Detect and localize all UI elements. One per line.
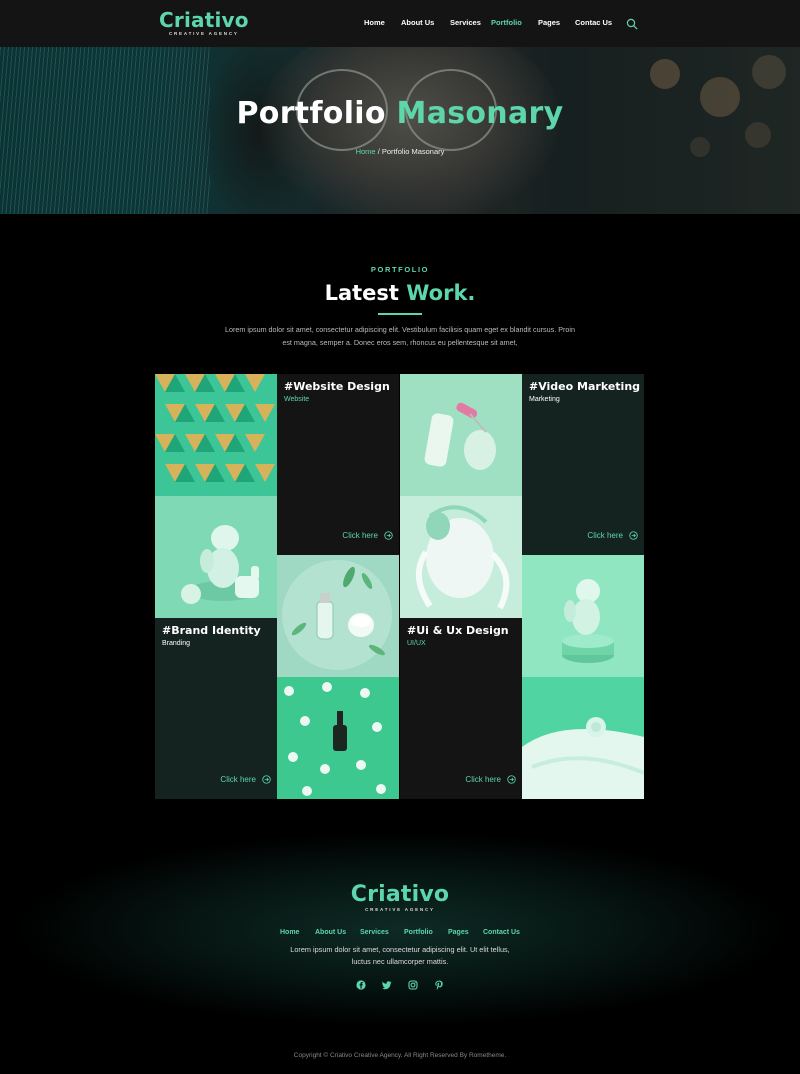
section-description: Lorem ipsum dolor sit amet, consectetur … <box>225 325 575 347</box>
click-here-link[interactable]: Click here <box>220 775 271 784</box>
footer-logo[interactable]: Criativo CREATIVE AGENCY <box>0 882 800 913</box>
breadcrumb-home-link[interactable]: Home <box>356 147 376 156</box>
page-hero: Portfolio Masonary Home / Portfolio Maso… <box>0 47 800 214</box>
portfolio-image-fabric-rose[interactable] <box>522 677 644 799</box>
card-title: #Ui & Ux Design <box>407 624 509 637</box>
section-eyebrow: PORTFOLIO <box>370 265 430 274</box>
footer-link-about[interactable]: About Us <box>315 929 346 936</box>
brand-name: Criativo <box>159 8 249 32</box>
footer-link-pages[interactable]: Pages <box>448 929 469 936</box>
page-title: Portfolio Masonary <box>236 96 564 131</box>
facebook-icon[interactable] <box>356 980 366 990</box>
section-title: Latest Work. <box>324 281 476 305</box>
card-category: Marketing <box>529 396 560 403</box>
nav-item-about[interactable]: About Us <box>401 18 434 27</box>
arrow-circle-icon <box>384 531 393 540</box>
portfolio-card-brand-identity[interactable]: #Brand Identity Branding Click here <box>155 618 277 799</box>
footer-background <box>0 830 800 1050</box>
arrow-circle-icon <box>507 775 516 784</box>
click-here-link[interactable]: Click here <box>587 531 638 540</box>
card-category: Branding <box>162 640 191 647</box>
card-title: #Video Marketing <box>529 380 641 393</box>
arrow-circle-icon <box>262 775 271 784</box>
breadcrumb: Home / Portfolio Masonary <box>355 147 445 156</box>
portfolio-image-serum-bottle[interactable] <box>277 555 399 677</box>
portfolio-image-face-roller[interactable] <box>400 374 522 496</box>
nav-item-portfolio[interactable]: Portfolio <box>491 18 522 27</box>
card-category: Website <box>284 396 310 403</box>
portfolio-card-ui-ux-design[interactable]: #Ui & Ux Design UI/UX Click here <box>400 618 522 799</box>
footer-link-portfolio[interactable]: Portfolio <box>404 929 433 936</box>
portfolio-card-video-marketing[interactable]: #Video Marketing Marketing Click here <box>522 374 644 555</box>
nav-item-home[interactable]: Home <box>364 18 385 27</box>
instagram-icon[interactable] <box>408 980 418 990</box>
footer-brand-tagline: CREATIVE AGENCY <box>365 907 435 912</box>
search-icon[interactable] <box>626 18 638 30</box>
twitter-icon[interactable] <box>382 980 392 990</box>
breadcrumb-current: Portfolio Masonary <box>381 147 445 156</box>
card-title: #Website Design <box>284 380 390 393</box>
arrow-circle-icon <box>629 531 638 540</box>
footer-brand-name: Criativo <box>350 882 450 907</box>
portfolio-image-cherub-statue[interactable] <box>155 496 277 618</box>
portfolio-image-geometric[interactable] <box>155 374 277 496</box>
footer-description: Lorem ipsum dolor sit amet, consectetur … <box>290 945 510 966</box>
card-title: #Brand Identity <box>162 624 261 637</box>
footer-link-contact[interactable]: Contact Us <box>483 929 520 936</box>
footer-link-home[interactable]: Home <box>280 929 299 936</box>
nav-item-pages[interactable]: Pages <box>538 18 560 27</box>
click-here-link[interactable]: Click here <box>465 775 516 784</box>
nav-item-services[interactable]: Services <box>450 18 481 27</box>
nav-item-contact[interactable]: Contac Us <box>575 18 612 27</box>
copyright-text: Copyright © Criativo Creative Agency. Al… <box>293 1052 507 1059</box>
title-underline <box>378 313 422 315</box>
top-navbar: Criativo CREATIVE AGENCY Home About Us S… <box>0 0 800 47</box>
pinterest-icon[interactable] <box>434 980 444 990</box>
card-category: UI/UX <box>407 640 426 647</box>
brand-tagline: CREATIVE AGENCY <box>168 31 239 36</box>
portfolio-image-dropper-bottle[interactable] <box>277 677 399 799</box>
portfolio-image-cherub-pedestal[interactable] <box>522 555 644 677</box>
brand-logo[interactable]: Criativo CREATIVE AGENCY <box>159 9 249 36</box>
portfolio-image-headphones[interactable] <box>400 496 522 618</box>
portfolio-card-website-design[interactable]: #Website Design Website Click here <box>277 374 399 555</box>
footer-link-services[interactable]: Services <box>360 929 389 936</box>
click-here-link[interactable]: Click here <box>342 531 393 540</box>
